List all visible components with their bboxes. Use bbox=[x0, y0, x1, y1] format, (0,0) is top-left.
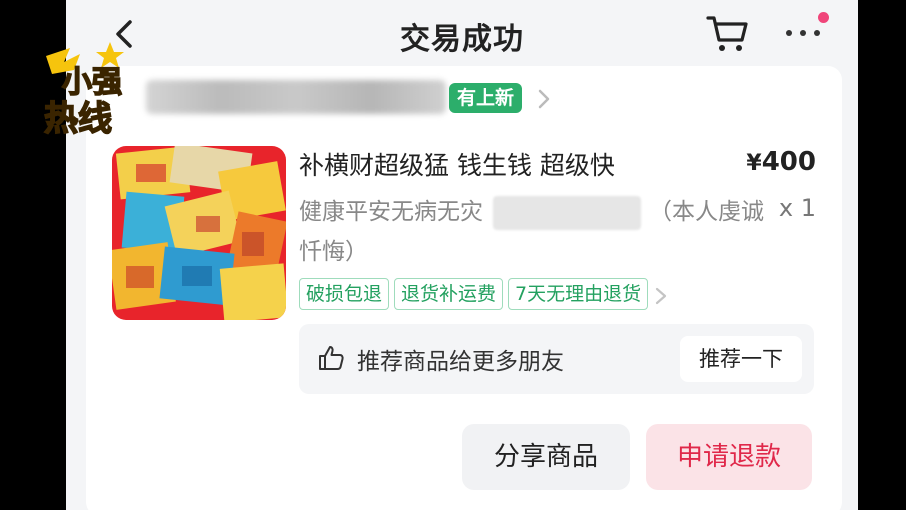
product-quantity: x 1 bbox=[778, 194, 816, 222]
tag-return-shipping[interactable]: 退货补运费 bbox=[394, 278, 504, 310]
recommend-text: 推荐商品给更多朋友 bbox=[357, 349, 564, 375]
more-dot bbox=[814, 30, 820, 36]
nav-header: 交易成功 bbox=[66, 0, 858, 68]
chevron-right-icon[interactable] bbox=[653, 285, 669, 307]
logo-text-bottom: 热线 bbox=[44, 99, 112, 136]
thumbs-up-icon bbox=[319, 346, 344, 370]
tag-7day-return[interactable]: 7天无理由退货 bbox=[508, 278, 649, 310]
new-arrivals-badge[interactable]: 有上新 bbox=[449, 83, 523, 113]
order-card: 有上新 补横财超级猛 钱生钱 超级快 ¥400 x 1 健康平安无病无灾 （本人… bbox=[86, 66, 842, 510]
product-thumbnail[interactable] bbox=[112, 146, 286, 320]
channel-logo: 小强 热线 bbox=[40, 40, 136, 140]
chevron-right-icon[interactable] bbox=[534, 88, 554, 110]
notification-dot bbox=[818, 12, 829, 23]
cart-button[interactable] bbox=[706, 12, 750, 54]
request-refund-button[interactable]: 申请退款 bbox=[646, 424, 812, 490]
recommend-bar: 推荐商品给更多朋友 推荐一下 bbox=[299, 324, 814, 394]
spec-blurred bbox=[493, 195, 641, 230]
share-product-button[interactable]: 分享商品 bbox=[462, 424, 630, 490]
spec-text: 健康平安无病无灾 bbox=[299, 199, 483, 225]
service-tags[interactable]: 破损包退 退货补运费 7天无理由退货 bbox=[299, 278, 669, 310]
price-value: 400 bbox=[761, 147, 816, 177]
more-options-button[interactable] bbox=[782, 12, 830, 50]
tag-damage-refund[interactable]: 破损包退 bbox=[299, 278, 390, 310]
product-name[interactable]: 补横财超级猛 钱生钱 超级快 bbox=[299, 146, 615, 182]
logo-text-top: 小强 bbox=[62, 65, 122, 100]
shop-name-blurred bbox=[146, 80, 446, 114]
shop-row[interactable]: 有上新 bbox=[86, 78, 686, 118]
currency-symbol: ¥ bbox=[746, 151, 762, 176]
product-price: ¥400 bbox=[746, 147, 816, 177]
shopping-cart-icon bbox=[706, 16, 748, 51]
more-dots-icon bbox=[786, 30, 792, 36]
more-dot bbox=[800, 30, 806, 36]
product-spec: 健康平安无病无灾 （本人虔诚忏悔） bbox=[299, 192, 769, 272]
recommend-button[interactable]: 推荐一下 bbox=[680, 336, 802, 382]
order-detail-screen: 交易成功 有上新 补横财超级猛 钱生钱 超级快 ¥400 x 1 健康平安无病无… bbox=[66, 0, 858, 510]
